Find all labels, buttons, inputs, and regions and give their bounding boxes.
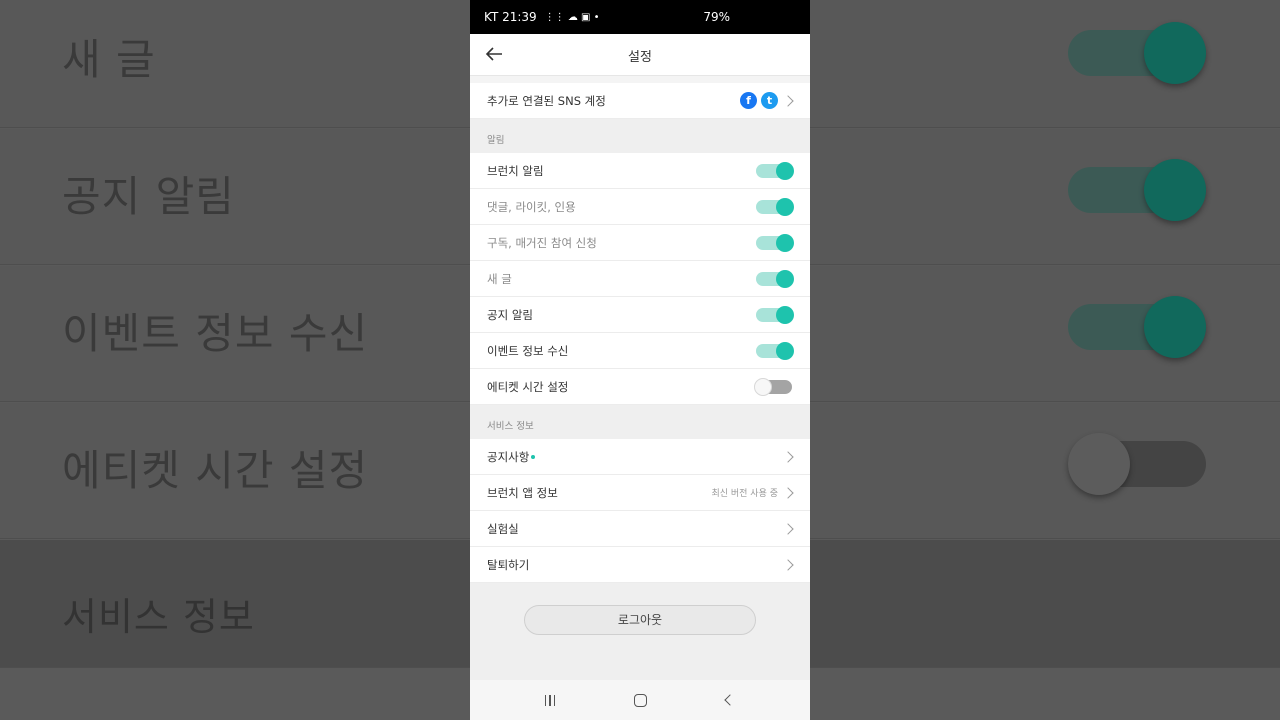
service-row-withdraw[interactable]: 탈퇴하기 [470,547,810,583]
service-label: 브런치 앱 정보 [487,485,558,500]
bg-toggle [1068,433,1206,495]
service-label: 탈퇴하기 [487,557,530,572]
notification-row-etiquette[interactable]: 에티켓 시간 설정 [470,369,810,405]
toggle-switch[interactable] [756,197,794,216]
notification-row-comments[interactable]: 댓글, 라이킷, 인용 [470,189,810,225]
service-row-lab[interactable]: 실험실 [470,511,810,547]
phone-screen: KT 21:39 ⋮⋮ ☁ ▣ • 79% 설정 추가로 연결된 SNS 계정 … [470,0,810,720]
chevron-right-icon [782,486,794,499]
twitter-icon: t [761,92,778,109]
bg-toggle [1068,159,1206,221]
chevron-right-icon [782,558,794,571]
toggle-switch[interactable] [756,269,794,288]
service-label: 실험실 [487,521,519,536]
sns-accounts-row[interactable]: 추가로 연결된 SNS 계정 f t [470,83,810,119]
notification-label: 에티켓 시간 설정 [487,379,569,394]
notification-label: 댓글, 라이킷, 인용 [487,199,576,214]
app-version-status: 최신 버전 사용 중 [711,489,778,499]
bg-row-label: 공지 알림 [62,172,235,221]
notification-label: 공지 알림 [487,307,533,322]
bg-toggle [1068,296,1206,358]
section-header-notifications: 알림 [470,119,810,153]
notification-row-event[interactable]: 이벤트 정보 수신 [470,333,810,369]
notification-label: 새 글 [487,271,512,286]
logout-area: 로그아웃 [470,583,810,675]
notification-row-subscribe[interactable]: 구독, 매거진 참여 신청 [470,225,810,261]
toggle-switch[interactable] [756,341,794,360]
chevron-right-icon [782,94,794,107]
status-battery: 79% [703,10,730,24]
toggle-switch[interactable] [756,161,794,180]
service-label: 공지사항 [487,449,530,464]
sns-accounts-label: 추가로 연결된 SNS 계정 [487,93,606,108]
notification-row-new-post[interactable]: 새 글 [470,261,810,297]
status-icons: ⋮⋮ ☁ ▣ • [544,11,600,23]
logout-button[interactable]: 로그아웃 [524,605,756,635]
section-header-service: 서비스 정보 [470,405,810,439]
service-row-app-info[interactable]: 브런치 앱 정보 최신 버전 사용 중 [470,475,810,511]
new-dot-badge [531,455,536,459]
status-carrier-time: KT 21:39 [484,10,537,24]
back-nav-icon[interactable] [720,690,740,710]
bg-row-label: 에티켓 시간 설정 [62,446,369,495]
bg-row-label: 서비스 정보 [62,595,255,639]
toggle-switch[interactable] [756,305,794,324]
status-bar: KT 21:39 ⋮⋮ ☁ ▣ • 79% [470,0,810,34]
facebook-icon: f [740,92,757,109]
notification-row-notice[interactable]: 공지 알림 [470,297,810,333]
notification-label: 구독, 매거진 참여 신청 [487,235,597,250]
bg-toggle [1068,22,1206,84]
toggle-switch[interactable] [756,233,794,252]
toggle-switch[interactable] [754,377,792,396]
bg-row-label: 새 글 [62,35,156,84]
service-row-notice[interactable]: 공지사항 [470,439,810,475]
notification-row-brunch[interactable]: 브런치 알림 [470,153,810,189]
page-title: 설정 [628,50,652,65]
chevron-right-icon [782,522,794,535]
system-nav-bar [470,680,810,720]
app-bar: 설정 [470,34,810,76]
recents-icon[interactable] [540,690,560,710]
bg-row-label: 이벤트 정보 수신 [62,309,369,358]
chevron-right-icon [782,450,794,463]
home-icon[interactable] [630,690,650,710]
divider [470,76,810,83]
notification-label: 브런치 알림 [487,163,544,178]
notification-label: 이벤트 정보 수신 [487,343,569,358]
